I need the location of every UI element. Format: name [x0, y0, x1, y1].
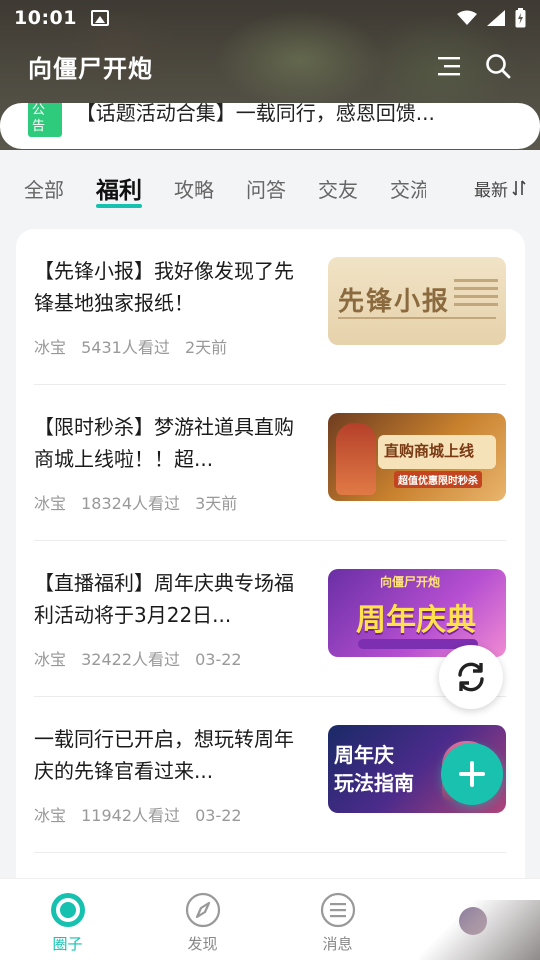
- post-item[interactable]: 【直播福利】周年庆典专场福利活动将于3月22日... 冰宝 32422人看过 0…: [34, 541, 506, 697]
- sort-arrows-icon: [512, 180, 526, 196]
- post-thumbnail[interactable]: 向僵尸开炮 周年庆典: [328, 569, 506, 657]
- message-list-icon: [320, 892, 355, 928]
- thumbnail-caption: 先锋小报: [338, 287, 451, 317]
- status-time: 10:01: [14, 7, 77, 29]
- wifi-icon: [457, 10, 477, 25]
- post-item[interactable]: 一载同行已开启，想玩转周年庆的先锋官看过来... 冰宝 11942人看过 03-…: [34, 697, 506, 853]
- post-time: 03-22: [195, 650, 242, 669]
- nav-item-circle[interactable]: 圈子: [0, 879, 135, 960]
- signal-icon: [487, 10, 505, 26]
- nav-item-discover[interactable]: 发现: [135, 879, 270, 960]
- thumbnail-caption: 周年庆典: [356, 603, 476, 638]
- post-title[interactable]: 【限时秒杀】梦游社道具直购商城上线啦！！超...: [34, 411, 294, 475]
- post-title[interactable]: 一载同行已开启，想玩转周年庆的先锋官看过来...: [34, 723, 294, 787]
- battery-icon: [515, 8, 526, 28]
- nav-label: 发现: [187, 935, 218, 953]
- compass-icon: [185, 892, 220, 928]
- post-views: 18324人看过: [81, 494, 181, 513]
- plus-icon: [459, 761, 485, 787]
- post-meta: 冰宝 32422人看过 03-22: [34, 646, 252, 670]
- sort-button[interactable]: 最新: [464, 165, 526, 211]
- tab-discussion[interactable]: 交流: [390, 174, 426, 203]
- search-icon[interactable]: [484, 52, 512, 80]
- tab-all[interactable]: 全部: [24, 174, 64, 203]
- category-tabs: 全部 福利 攻略 问答 交友 交流 最新: [0, 165, 540, 211]
- post-time: 2天前: [184, 338, 228, 357]
- announcement-badge: 公告: [28, 103, 62, 137]
- post-thumbnail[interactable]: 直购商城上线 超值优惠限时秒杀: [328, 413, 506, 501]
- post-time: 03-22: [195, 806, 242, 825]
- announcement-text[interactable]: 【话题活动合集】一载同行，感恩回馈...: [76, 103, 512, 126]
- create-post-button[interactable]: [441, 743, 503, 805]
- tab-qa[interactable]: 问答: [246, 174, 286, 203]
- page-title: 向僵尸开炮: [28, 54, 153, 83]
- post-views: 32422人看过: [81, 650, 181, 669]
- status-bar: 10:01: [0, 0, 540, 36]
- post-views: 5431人看过: [81, 338, 170, 357]
- post-title[interactable]: 【直播福利】周年庆典专场福利活动将于3月22日...: [34, 567, 294, 631]
- post-meta: 冰宝 18324人看过 3天前: [34, 490, 247, 514]
- post-meta: 冰宝 11942人看过 03-22: [34, 802, 252, 826]
- post-time: 3天前: [195, 494, 238, 513]
- thumbnail-caption: 直购商城上线: [384, 442, 475, 460]
- circle-ring-icon: [50, 893, 85, 927]
- post-author: 冰宝: [34, 338, 67, 357]
- sort-label: 最新: [474, 180, 508, 201]
- post-item[interactable]: 【先锋小报】我好像发现了先锋基地独家报纸！ 冰宝 5431人看过 2天前 先锋小…: [34, 229, 506, 385]
- image-notification-icon: [90, 10, 109, 26]
- thumbnail-subcaption: 向僵尸开炮: [380, 575, 441, 589]
- thumbnail-subcaption: 玩法指南: [334, 771, 414, 795]
- post-author: 冰宝: [34, 806, 67, 825]
- app-bar: 向僵尸开炮: [0, 44, 540, 88]
- post-item[interactable]: 【限时秒杀】梦游社道具直购商城上线啦！！超... 冰宝 18324人看过 3天前…: [34, 385, 506, 541]
- post-author: 冰宝: [34, 494, 67, 513]
- post-list: 【先锋小报】我好像发现了先锋基地独家报纸！ 冰宝 5431人看过 2天前 先锋小…: [16, 229, 525, 929]
- post-views: 11942人看过: [81, 806, 181, 825]
- post-meta: 冰宝 5431人看过 2天前: [34, 334, 237, 358]
- post-author: 冰宝: [34, 650, 67, 669]
- post-thumbnail[interactable]: 先锋小报: [328, 257, 506, 345]
- nav-label: 消息: [322, 935, 353, 953]
- status-icons: [457, 8, 526, 28]
- thumbnail-subcaption: 超值优惠限时秒杀: [394, 471, 482, 488]
- nav-item-messages[interactable]: 消息: [270, 879, 405, 960]
- post-title[interactable]: 【先锋小报】我好像发现了先锋基地独家报纸！: [34, 255, 294, 319]
- tab-friends[interactable]: 交友: [318, 174, 358, 203]
- refresh-button[interactable]: [439, 645, 503, 709]
- menu-lines-icon[interactable]: [436, 54, 464, 78]
- thumbnail-caption: 周年庆: [334, 743, 394, 767]
- avatar: [458, 907, 487, 935]
- tab-welfare[interactable]: 福利: [96, 171, 142, 208]
- nav-item-profile[interactable]: [405, 879, 540, 960]
- tab-guide[interactable]: 攻略: [174, 174, 214, 203]
- announcement-bar[interactable]: 公告 【话题活动合集】一载同行，感恩回馈...: [0, 103, 540, 149]
- bottom-navigation: 圈子 发现 消息: [0, 878, 540, 960]
- nav-label: 圈子: [52, 935, 83, 953]
- refresh-icon: [458, 662, 484, 692]
